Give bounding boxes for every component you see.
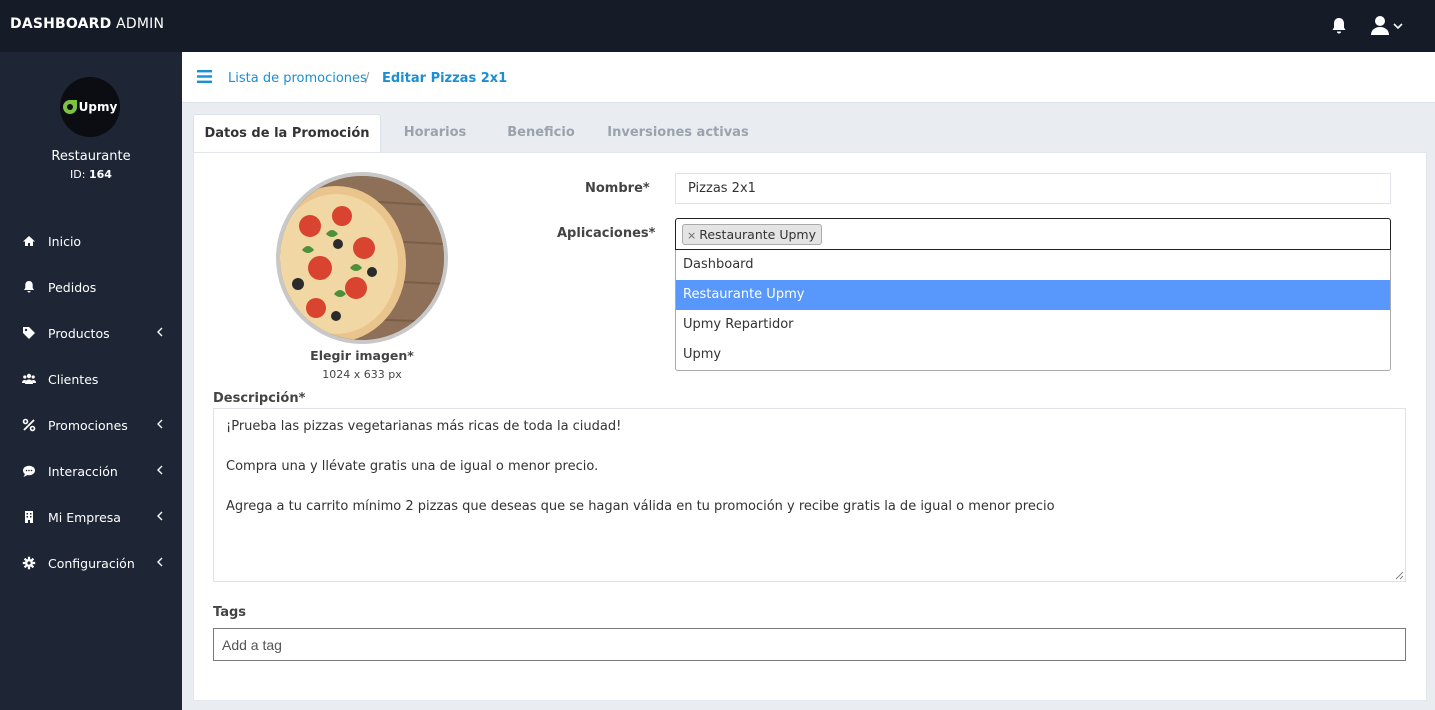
- breadcrumb-current: Editar Pizzas 2x1: [382, 71, 508, 86]
- breadcrumb-separator: /: [365, 71, 370, 86]
- chevron-left-icon: [157, 511, 163, 521]
- gear-icon: [22, 556, 36, 570]
- tab-horarios[interactable]: Horarios: [391, 114, 479, 153]
- sidebar-item-interaccion[interactable]: Interacción: [0, 448, 182, 494]
- sidebar-item-mi-empresa[interactable]: Mi Empresa: [0, 494, 182, 540]
- brand-title: DASHBOARD ADMIN: [10, 16, 165, 32]
- nombre-input[interactable]: Pizzas 2x1: [675, 173, 1391, 204]
- nombre-label: Nombre*: [585, 181, 650, 196]
- breadcrumb-parent-link[interactable]: Lista de promociones: [228, 71, 367, 86]
- top-bar: DASHBOARD ADMIN: [0, 0, 1435, 52]
- image-size-hint: 1024 x 633 px: [322, 368, 402, 381]
- sidebar-item-inicio[interactable]: Inicio: [0, 218, 182, 264]
- aplicaciones-label: Aplicaciones*: [557, 226, 656, 241]
- chat-icon: [23, 465, 35, 477]
- building-icon: [25, 511, 33, 523]
- chevron-left-icon: [157, 557, 163, 567]
- sidebar-item-configuracion[interactable]: Configuración: [0, 540, 182, 586]
- tags-input[interactable]: Add a tag: [213, 628, 1406, 661]
- option-upmy-repartidor[interactable]: Upmy Repartidor: [676, 310, 1390, 340]
- home-icon: [23, 236, 35, 246]
- sidebar-nav: Inicio Pedidos Productos Clientes Promoc…: [0, 218, 182, 586]
- bell-icon: [24, 281, 34, 293]
- chevron-left-icon: [157, 465, 163, 475]
- breadcrumb-bar: Lista de promociones / Editar Pizzas 2x1: [182, 52, 1435, 103]
- restaurant-id: ID: 164: [70, 168, 112, 181]
- avatar: Upmy: [60, 77, 120, 137]
- tag-icon: [23, 327, 35, 339]
- chevron-left-icon: [157, 327, 163, 337]
- resize-grip-icon[interactable]: [1394, 570, 1404, 580]
- descripcion-label: Descripción*: [213, 391, 306, 406]
- menu-toggle-icon[interactable]: [197, 70, 212, 83]
- user-menu-icon[interactable]: [1371, 15, 1403, 37]
- aplicaciones-select[interactable]: × Restaurante Upmy: [675, 218, 1391, 250]
- chip-remove-button[interactable]: ×: [687, 229, 696, 242]
- sidebar-item-clientes[interactable]: Clientes: [0, 356, 182, 402]
- promotion-image[interactable]: [276, 172, 448, 344]
- sidebar: Upmy Restaurante ID: 164 Inicio Pedidos …: [0, 52, 182, 710]
- selected-app-chip: × Restaurante Upmy: [682, 224, 822, 245]
- tags-label: Tags: [213, 605, 247, 620]
- pizza-illustration: [280, 176, 444, 340]
- users-icon: [22, 373, 36, 384]
- option-dashboard[interactable]: Dashboard: [676, 250, 1390, 280]
- aplicaciones-dropdown: Dashboard Restaurante Upmy Upmy Repartid…: [675, 250, 1391, 371]
- percent-icon: [22, 418, 36, 432]
- option-upmy[interactable]: Upmy: [676, 340, 1390, 370]
- descripcion-textarea[interactable]: ¡Prueba las pizzas vegetarianas más rica…: [213, 408, 1406, 582]
- chevron-left-icon: [157, 419, 163, 429]
- choose-image-label[interactable]: Elegir imagen*: [276, 348, 448, 363]
- leaf-icon: [62, 100, 77, 114]
- upmy-logo: Upmy: [62, 100, 117, 114]
- sidebar-item-promociones[interactable]: Promociones: [0, 402, 182, 448]
- restaurant-name: Restaurante: [51, 149, 131, 164]
- sidebar-item-pedidos[interactable]: Pedidos: [0, 264, 182, 310]
- tab-datos-promocion[interactable]: Datos de la Promoción: [193, 114, 381, 153]
- bell-icon[interactable]: [1331, 17, 1347, 35]
- option-restaurante-upmy[interactable]: Restaurante Upmy: [676, 280, 1390, 310]
- tab-inversiones-activas[interactable]: Inversiones activas: [603, 114, 753, 153]
- sidebar-item-productos[interactable]: Productos: [0, 310, 182, 356]
- tab-beneficio[interactable]: Beneficio: [495, 114, 587, 153]
